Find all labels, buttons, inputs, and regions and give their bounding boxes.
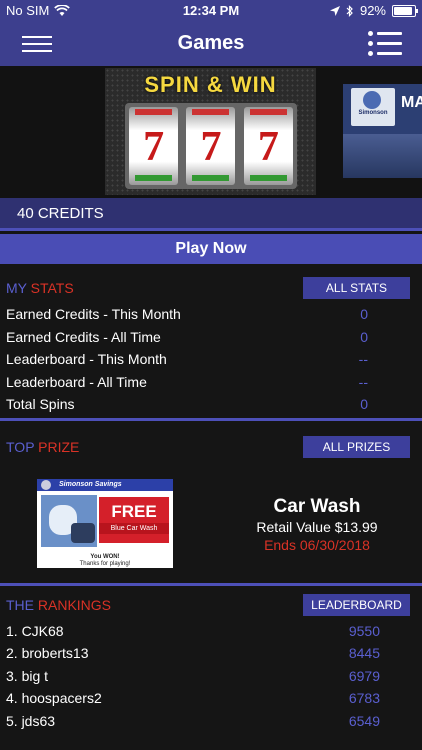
prize-retail-value: Retail Value $13.99 bbox=[256, 519, 378, 535]
prize-coupon-image[interactable]: Simonson Savings FREE Blue Car Wash You … bbox=[37, 479, 173, 568]
page-title: Games bbox=[177, 32, 245, 54]
prize-name: Car Wash bbox=[273, 496, 361, 517]
ranking-name: 5. jds63 bbox=[6, 713, 56, 729]
all-prizes-button[interactable]: ALL PRIZES bbox=[303, 436, 410, 458]
battery-icon bbox=[392, 4, 418, 17]
stat-label: Earned Credits - This Month bbox=[6, 306, 181, 322]
coupon-header: Simonson Savings bbox=[37, 479, 173, 491]
slot-reels: 7 7 7 bbox=[125, 103, 297, 189]
divider bbox=[0, 583, 422, 586]
coupon-thanks-text: Thanks for playing! bbox=[79, 561, 131, 567]
credits-bar: 40 CREDITS bbox=[0, 198, 422, 228]
ranking-name: 1. CJK68 bbox=[6, 623, 64, 639]
reel: 7 bbox=[186, 107, 236, 185]
prize-end-date: Ends 06/30/2018 bbox=[264, 537, 370, 553]
location-arrow-icon bbox=[329, 5, 340, 16]
stat-label: Earned Credits - All Time bbox=[6, 329, 161, 345]
divider bbox=[0, 418, 422, 421]
bluetooth-icon bbox=[346, 4, 353, 17]
credits-label: 40 CREDITS bbox=[17, 205, 104, 222]
ranking-name: 4. hoospacers2 bbox=[6, 690, 102, 706]
stat-label: Total Spins bbox=[6, 396, 75, 412]
simonson-logo: Simonson bbox=[351, 88, 395, 126]
reel: 7 bbox=[129, 107, 179, 185]
stat-value: 0 bbox=[360, 396, 368, 412]
status-bar: No SIM 12:34 PM 92% bbox=[0, 0, 422, 22]
all-stats-button[interactable]: ALL STATS bbox=[303, 277, 410, 299]
stat-label: Leaderboard - All Time bbox=[6, 374, 147, 390]
next-game-card[interactable]: Simonson MA bbox=[343, 84, 422, 178]
stat-value: -- bbox=[358, 351, 368, 367]
nav-bar: Games bbox=[0, 22, 422, 66]
ranking-score: 8445 bbox=[348, 645, 380, 661]
game-carousel[interactable]: SPIN & WIN 7 7 7 Simonson MA bbox=[0, 66, 422, 198]
next-card-title: MA bbox=[401, 94, 422, 111]
ranking-score: 6783 bbox=[348, 690, 380, 706]
spin-title: SPIN & WIN bbox=[144, 72, 277, 97]
reel: 7 bbox=[243, 107, 293, 185]
ranking-score: 9550 bbox=[348, 623, 380, 639]
stat-value: -- bbox=[358, 374, 368, 390]
stat-value: 0 bbox=[360, 306, 368, 322]
ranking-name: 3. big t bbox=[6, 668, 49, 684]
car-wash-mascot-icon bbox=[41, 495, 97, 547]
ranking-score: 6549 bbox=[348, 713, 380, 729]
stats-section-title: MY STATS bbox=[6, 280, 74, 296]
ranking-score: 6979 bbox=[348, 668, 380, 684]
leaderboard-button[interactable]: LEADERBOARD bbox=[303, 594, 410, 616]
free-badge: FREE Blue Car Wash bbox=[99, 497, 169, 543]
ranking-name: 2. broberts13 bbox=[6, 645, 89, 661]
play-now-button[interactable]: Play Now bbox=[0, 234, 422, 264]
stat-value: 0 bbox=[360, 329, 368, 345]
coupon-won-text: You WON! bbox=[90, 554, 120, 560]
list-menu-icon[interactable] bbox=[368, 28, 402, 58]
spin-and-win-card[interactable]: SPIN & WIN 7 7 7 bbox=[105, 68, 316, 195]
battery-percent: 92% bbox=[359, 3, 386, 18]
divider bbox=[0, 228, 422, 231]
simonson-logo-icon bbox=[41, 480, 51, 490]
prize-section-title: TOP PRIZE bbox=[6, 439, 80, 455]
rankings-section-title: THE RANKINGS bbox=[6, 597, 112, 613]
stat-label: Leaderboard - This Month bbox=[6, 351, 167, 367]
